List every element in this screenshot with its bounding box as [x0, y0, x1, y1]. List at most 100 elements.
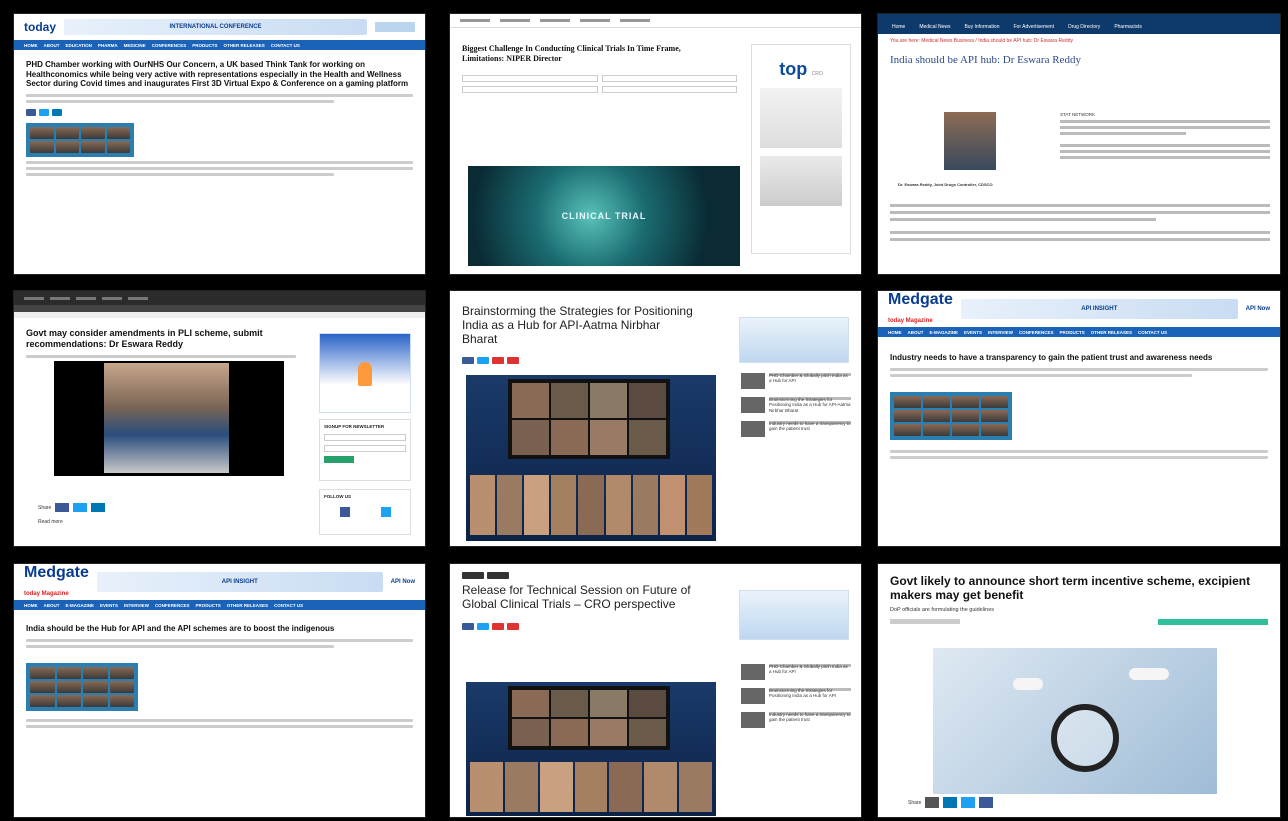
- top-cro-logo[interactable]: top CRO: [752, 59, 850, 80]
- event-ad[interactable]: [739, 590, 849, 640]
- facebook-icon[interactable]: [462, 357, 474, 365]
- screenshot-tile-6: Medgate today Magazine API INSIGHT API No…: [877, 290, 1281, 547]
- nav-emagazine[interactable]: E-MAGAZINE: [66, 603, 95, 608]
- site-logo[interactable]: Medgate today Magazine: [888, 291, 953, 327]
- google-icon[interactable]: [507, 622, 519, 630]
- newsletter-heading: SIGNUP FOR NEWSLETTER: [324, 424, 385, 429]
- nav-education[interactable]: EDUCATION: [66, 43, 92, 48]
- linkedin-icon[interactable]: [52, 108, 62, 116]
- nav-home[interactable]: HOME: [24, 603, 38, 608]
- nav-conferences[interactable]: CONFERENCES: [152, 43, 187, 48]
- text-line: [26, 354, 296, 358]
- nav-other[interactable]: OTHER RELEASES: [227, 603, 268, 608]
- linkedin-icon[interactable]: [943, 797, 958, 808]
- nav-events[interactable]: EVENTS: [100, 603, 118, 608]
- post-meta: [14, 651, 425, 661]
- twitter-icon[interactable]: [73, 503, 88, 512]
- read-more-link[interactable]: Read more: [38, 519, 63, 525]
- email-input[interactable]: [324, 445, 406, 452]
- tag[interactable]: [462, 572, 484, 579]
- nav-interview[interactable]: INTERVIEW: [124, 603, 149, 608]
- list-item[interactable]: Brainstorming the Strategies for Positio…: [741, 397, 851, 413]
- text-line: [890, 367, 1268, 371]
- text-line: [26, 638, 413, 642]
- filter-boxes: [462, 75, 737, 94]
- nav-about[interactable]: ABOUT: [44, 603, 60, 608]
- nav-medicine[interactable]: MEDICINE: [124, 43, 146, 48]
- nav-buy-info[interactable]: Buy Information: [964, 24, 999, 30]
- nav-pharmacists[interactable]: Pharmacists: [1114, 24, 1142, 30]
- main-nav: HOME ABOUT E-MAGAZINE EVENTS INTERVIEW C…: [878, 327, 1280, 337]
- twitter-icon[interactable]: [477, 622, 489, 630]
- list-item[interactable]: PHD Chamber & Globally pitch India as a …: [741, 664, 851, 680]
- nav-conferences[interactable]: CONFERENCES: [155, 603, 190, 608]
- byline: STAT NETWORK: [1060, 112, 1096, 117]
- facebook-icon[interactable]: [462, 622, 474, 630]
- nav-other[interactable]: OTHER RELEASES: [1091, 330, 1132, 335]
- category-tags: [450, 564, 861, 582]
- pinterest-icon[interactable]: [492, 357, 504, 365]
- list-item[interactable]: Brainstorming the Strategies for Positio…: [741, 688, 851, 704]
- post-meta: [878, 380, 1280, 390]
- header-banner[interactable]: API INSIGHT: [96, 572, 383, 592]
- pinterest-icon[interactable]: [492, 622, 504, 630]
- twitter-icon[interactable]: [39, 108, 49, 116]
- nav-contact[interactable]: CONTACT US: [274, 603, 303, 608]
- facebook-icon[interactable]: [26, 108, 36, 116]
- nav-pharma[interactable]: PHARMA: [98, 43, 118, 48]
- nav-about[interactable]: ABOUT: [908, 330, 924, 335]
- list-item[interactable]: PHD Chamber & Globally pitch India as a …: [741, 373, 851, 389]
- author-meta: [890, 619, 960, 625]
- nav-events[interactable]: EVENTS: [964, 330, 982, 335]
- site-logo[interactable]: today: [24, 20, 56, 34]
- api-now-badge[interactable]: API Now: [391, 579, 415, 585]
- nav-home[interactable]: Home: [892, 24, 905, 30]
- nav-emagazine[interactable]: E-MAGAZINE: [930, 330, 959, 335]
- nav-advertisement[interactable]: For Advertisement: [1014, 24, 1055, 30]
- nav-home[interactable]: HOME: [24, 43, 38, 48]
- rocket-ad[interactable]: [319, 333, 411, 413]
- breadcrumb: [450, 291, 861, 303]
- list-item[interactable]: Industry needs to have a transparency to…: [741, 421, 851, 437]
- site-logo[interactable]: Medgate today Magazine: [24, 564, 89, 600]
- nav-home[interactable]: HOME: [888, 330, 902, 335]
- nav-conferences[interactable]: CONFERENCES: [1019, 330, 1054, 335]
- main-nav: HOME ABOUT EDUCATION PHARMA MEDICINE CON…: [14, 40, 425, 50]
- nav-other[interactable]: OTHER RELEASES: [223, 43, 264, 48]
- screenshot-tile-1: today INTERNATIONAL CONFERENCE HOME ABOU…: [13, 13, 426, 275]
- article-body: STAT NETWORK: [1060, 112, 1270, 162]
- twitter-icon[interactable]: [477, 357, 489, 365]
- facebook-icon[interactable]: [55, 503, 70, 512]
- social-icons: [375, 22, 415, 32]
- linkedin-icon[interactable]: [91, 503, 106, 512]
- google-icon[interactable]: [507, 357, 519, 365]
- list-item[interactable]: Industry needs to have a transparency to…: [741, 712, 851, 728]
- nav-about[interactable]: ABOUT: [44, 43, 60, 48]
- email-icon[interactable]: [925, 797, 940, 808]
- twitter-icon[interactable]: [380, 507, 391, 517]
- webinar-image: [26, 662, 138, 711]
- header-banner[interactable]: API INSIGHT: [960, 299, 1238, 319]
- subscribe-button[interactable]: [324, 456, 354, 463]
- nav-contact[interactable]: CONTACT US: [271, 43, 300, 48]
- nav-products[interactable]: PRODUCTS: [192, 43, 217, 48]
- header-banner[interactable]: INTERNATIONAL CONFERENCE: [64, 19, 367, 35]
- nav-interview[interactable]: INTERVIEW: [988, 330, 1013, 335]
- api-now-badge[interactable]: API Now: [1246, 306, 1270, 312]
- facebook-icon[interactable]: [979, 797, 994, 808]
- tag[interactable]: [487, 572, 509, 579]
- nav-contact[interactable]: CONTACT US: [1138, 330, 1167, 335]
- nav-products[interactable]: PRODUCTS: [1059, 330, 1084, 335]
- nav-medical-news[interactable]: Medical News: [919, 24, 950, 30]
- article-headline: Biggest Challenge In Conducting Clinical…: [462, 44, 681, 63]
- facebook-icon[interactable]: [339, 507, 350, 517]
- nav-drug-directory[interactable]: Drug Directory: [1068, 24, 1100, 30]
- nav-products[interactable]: PRODUCTS: [195, 603, 220, 608]
- image-label: CLINICAL TRIAL: [561, 211, 647, 221]
- event-ad[interactable]: [739, 317, 849, 363]
- share-bar: Share: [38, 503, 106, 512]
- twitter-icon[interactable]: [961, 797, 976, 808]
- category-tags[interactable]: [1158, 618, 1268, 625]
- name-input[interactable]: [324, 434, 406, 441]
- screenshot-tile-2: Biggest Challenge In Conducting Clinical…: [449, 13, 862, 275]
